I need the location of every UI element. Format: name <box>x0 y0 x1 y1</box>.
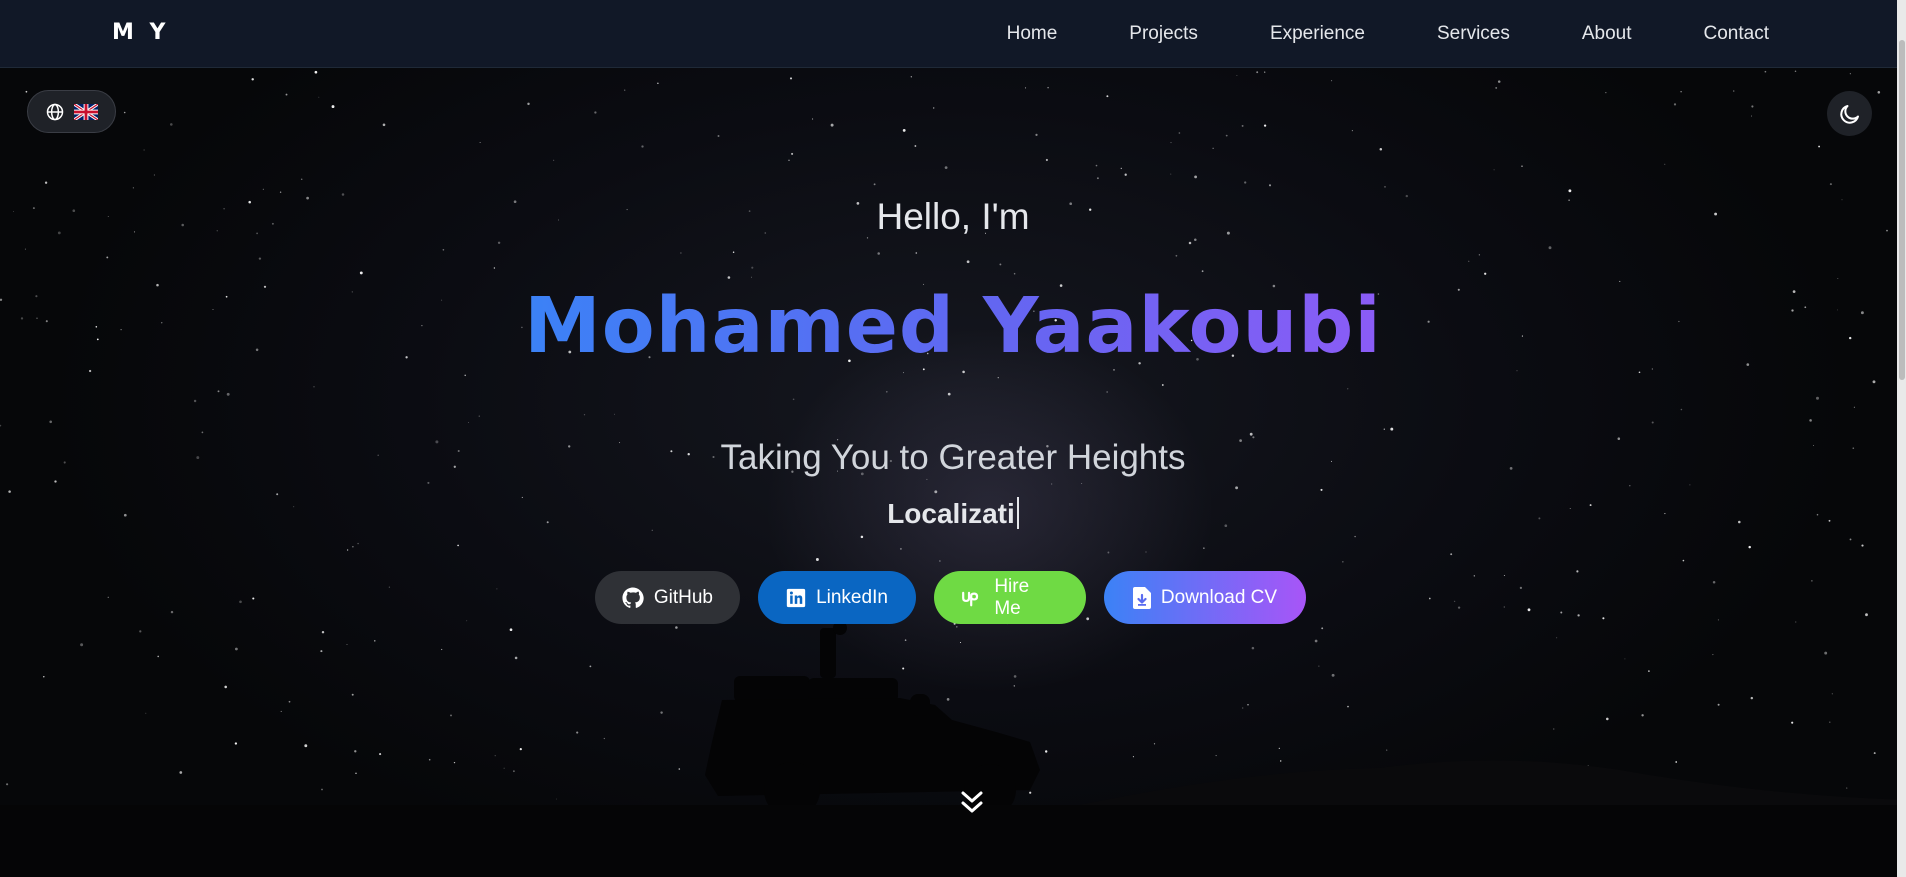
ground-strip <box>0 805 1906 877</box>
language-toggle-button[interactable] <box>27 90 116 133</box>
uk-flag-icon <box>73 103 98 120</box>
github-icon <box>622 587 644 608</box>
download-cv-label: Download CV <box>1160 586 1278 608</box>
nav-link-about[interactable]: About <box>1582 23 1632 45</box>
site-logo[interactable]: M Y <box>112 20 169 45</box>
nav-link-services[interactable]: Services <box>1437 23 1510 45</box>
hero-buttons: GitHub LinkedIn Hire Me Download CV <box>595 571 1306 624</box>
hire-me-button[interactable]: Hire Me <box>934 571 1086 624</box>
typed-text: Localizati <box>887 498 1015 529</box>
file-download-icon <box>1132 586 1151 609</box>
hero-tagline: Taking You to Greater Heights <box>720 438 1186 477</box>
hire-me-label: Hire Me <box>994 575 1030 619</box>
github-button[interactable]: GitHub <box>595 571 740 624</box>
github-label: GitHub <box>653 586 713 608</box>
nav-link-contact[interactable]: Contact <box>1704 23 1769 45</box>
nav-link-projects[interactable]: Projects <box>1129 23 1198 45</box>
hero-name: Mohamed Yaakoubi <box>0 282 1906 371</box>
linkedin-button[interactable]: LinkedIn <box>758 571 916 624</box>
download-cv-button[interactable]: Download CV <box>1104 571 1306 624</box>
linkedin-icon <box>786 588 806 607</box>
globe-icon <box>46 103 63 120</box>
typed-role-text: Localizati <box>0 497 1906 530</box>
theme-toggle-button[interactable] <box>1827 91 1872 136</box>
upwork-icon <box>962 591 979 606</box>
nav-links: Home Projects Experience Services About … <box>1007 0 1769 68</box>
typing-cursor <box>1016 497 1019 529</box>
hero-greeting: Hello, I'm <box>876 196 1030 237</box>
scroll-down-chevron-icon[interactable] <box>957 788 987 818</box>
page-scrollbar-thumb[interactable] <box>1899 40 1905 380</box>
nav-link-home[interactable]: Home <box>1007 23 1058 45</box>
linkedin-label: LinkedIn <box>816 586 888 608</box>
hero-name-text: Mohamed Yaakoubi <box>524 282 1382 371</box>
nav-link-experience[interactable]: Experience <box>1270 23 1365 45</box>
moon-icon <box>1839 104 1859 124</box>
top-navbar: M Y Home Projects Experience Services Ab… <box>0 0 1906 68</box>
